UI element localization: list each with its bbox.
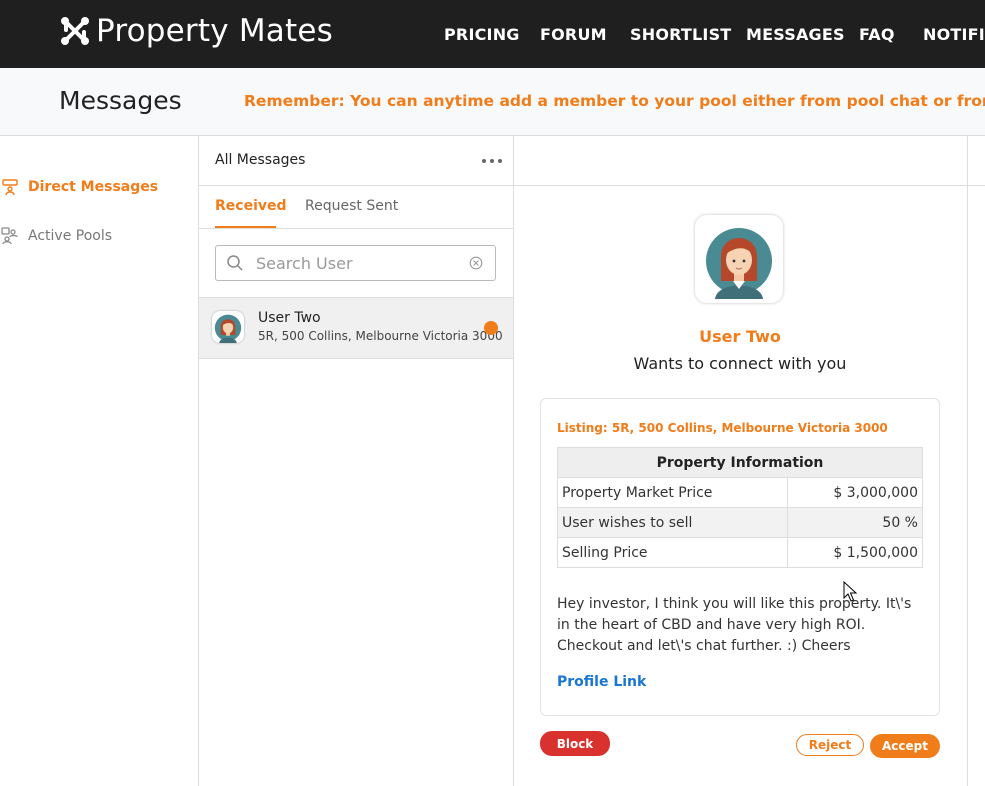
avatar xyxy=(212,311,244,343)
nav-faq[interactable]: FAQ xyxy=(859,0,895,68)
list-item-name: User Two xyxy=(258,310,321,326)
active-tab-indicator xyxy=(215,226,276,228)
page-title: Messages xyxy=(59,86,182,115)
listing-address: Listing: 5R, 500 Collins, Melbourne Vict… xyxy=(557,421,888,435)
nav-notifications[interactable]: NOTIFIC xyxy=(923,0,985,68)
right-panel xyxy=(967,136,985,786)
unread-indicator xyxy=(484,321,498,335)
sidebar-item-direct-messages[interactable]: Direct Messages xyxy=(0,175,158,199)
sidebar: Direct Messages Active Pools xyxy=(0,136,198,786)
sidebar-item-active-pools[interactable]: Active Pools xyxy=(0,224,112,248)
more-options-icon[interactable] xyxy=(482,159,502,163)
reminder-banner: Remember: You can anytime add a member t… xyxy=(244,92,985,110)
request-message: Hey investor, I think you will like this… xyxy=(557,596,912,654)
table-header: Property Information xyxy=(557,447,923,478)
page-subheader: Messages Remember: You can anytime add a… xyxy=(0,68,985,136)
table-row: User wishes to sell 50 % xyxy=(557,507,924,538)
request-detail-panel: User Two Wants to connect with you Listi… xyxy=(513,136,967,786)
brand-logo[interactable]: Property Mates xyxy=(60,11,333,51)
direct-messages-icon xyxy=(0,177,20,197)
reject-button[interactable]: Reject xyxy=(796,734,864,756)
requester-name: User Two xyxy=(699,327,781,346)
request-subtitle: Wants to connect with you xyxy=(633,354,847,373)
right-panel-header xyxy=(968,136,985,186)
logo-icon xyxy=(61,17,89,45)
nav-pricing[interactable]: PRICING xyxy=(444,0,520,68)
row-label: Selling Price xyxy=(557,537,788,568)
table-row: Selling Price $ 1,500,000 xyxy=(557,537,924,568)
row-value: $ 3,000,000 xyxy=(786,477,924,508)
nav-forum[interactable]: FORUM xyxy=(540,0,607,68)
nav-shortlist[interactable]: SHORTLIST xyxy=(630,0,731,68)
mouse-cursor-icon xyxy=(843,581,857,602)
message-list-title: All Messages xyxy=(215,152,306,168)
property-info-table: Property Information Property Market Pri… xyxy=(557,447,924,568)
list-item-address: 5R, 500 Collins, Melbourne Victoria 3000 xyxy=(258,329,503,343)
row-value: $ 1,500,000 xyxy=(786,537,924,568)
list-item[interactable]: User Two 5R, 500 Collins, Melbourne Vict… xyxy=(199,297,513,359)
tab-request-sent[interactable]: Request Sent xyxy=(305,198,398,214)
search-box xyxy=(215,245,496,281)
block-button[interactable]: Block xyxy=(540,731,610,756)
brand-name: Property Mates xyxy=(96,13,333,49)
row-value: 50 % xyxy=(786,507,924,538)
avatar xyxy=(695,215,783,303)
row-label: Property Market Price xyxy=(557,477,788,508)
message-list-header: All Messages xyxy=(199,136,513,186)
nav-messages[interactable]: MESSAGES xyxy=(746,0,845,68)
row-label: User wishes to sell xyxy=(557,507,788,538)
accept-button[interactable]: Accept xyxy=(870,734,940,758)
sidebar-item-label: Direct Messages xyxy=(28,179,159,195)
tab-received[interactable]: Received xyxy=(215,198,287,214)
detail-header xyxy=(513,136,967,186)
search-icon xyxy=(227,255,243,271)
pools-icon xyxy=(0,226,20,246)
clear-search-icon[interactable] xyxy=(469,256,483,270)
profile-link[interactable]: Profile Link xyxy=(557,674,646,690)
message-list-panel: All Messages Received Request Sent User … xyxy=(198,136,514,786)
message-tabs: Received Request Sent xyxy=(199,186,513,229)
request-card: Listing: 5R, 500 Collins, Melbourne Vict… xyxy=(540,398,940,716)
top-navbar: Property Mates PRICING FORUM SHORTLIST M… xyxy=(0,0,985,68)
table-row: Property Market Price $ 3,000,000 xyxy=(557,477,924,508)
sidebar-item-label: Active Pools xyxy=(28,228,113,244)
search-input[interactable] xyxy=(256,246,456,280)
